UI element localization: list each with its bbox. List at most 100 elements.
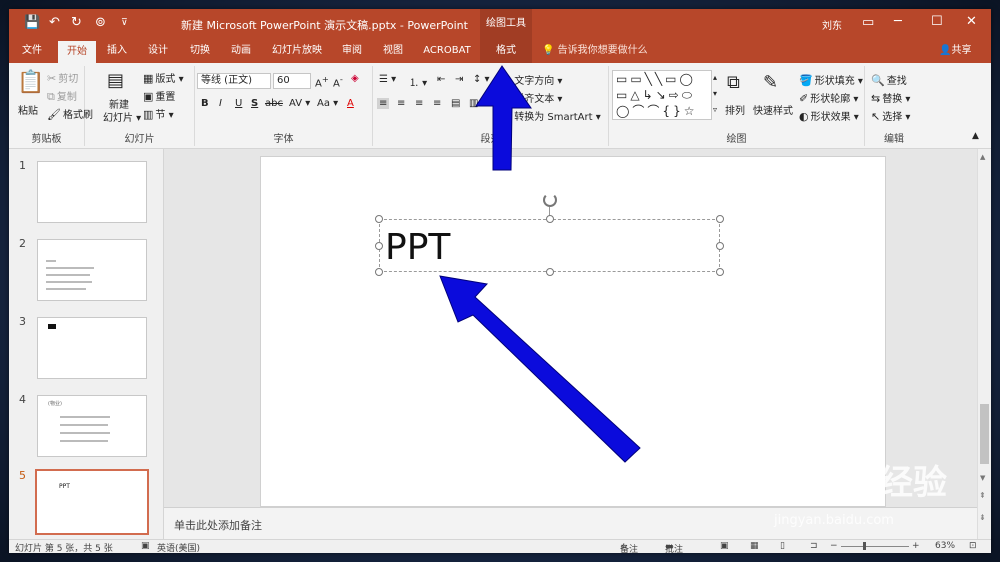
vertical-scrollbar[interactable]: ▲ ▼ ⇞ ⇟ [977, 149, 991, 539]
share-button[interactable]: 👤共享 [939, 39, 971, 63]
fit-to-window-icon[interactable]: ⊡ [969, 541, 977, 551]
resize-handle[interactable] [375, 268, 383, 276]
customize-icon[interactable]: ⊽ [121, 16, 128, 30]
tab-animations[interactable]: 动画 [225, 39, 257, 63]
tab-insert[interactable]: 插入 [101, 39, 133, 63]
replace-button[interactable]: ⇆ 替换 ▾ [871, 90, 910, 105]
new-slide-dropdown[interactable]: 幻灯片 ▾ [103, 109, 141, 124]
tab-home[interactable]: 开始 [58, 41, 96, 63]
tab-review[interactable]: 审阅 [336, 39, 368, 63]
resize-handle[interactable] [546, 268, 554, 276]
scroll-down-icon[interactable]: ▼ [980, 474, 985, 482]
italic-button[interactable]: I [219, 98, 222, 109]
scroll-thumb[interactable] [980, 404, 989, 464]
font-color-button[interactable]: A [347, 98, 354, 109]
increase-indent-icon[interactable]: ⇥ [455, 74, 463, 85]
zoom-in-icon[interactable]: + [912, 541, 920, 551]
slide-thumbnail-5[interactable]: PPT [35, 469, 149, 535]
shape-fill-button[interactable]: 🪣 形状填充 ▾ [799, 72, 863, 87]
tab-transitions[interactable]: 切换 [184, 39, 216, 63]
align-text-button[interactable]: ⊟ 对齐文本 ▾ [503, 90, 562, 105]
redo-icon[interactable]: ↻ [71, 16, 82, 30]
shrink-font-icon[interactable]: A- [333, 74, 343, 89]
new-slide-icon[interactable]: ▤ [107, 70, 124, 91]
zoom-slider[interactable] [841, 546, 909, 547]
reading-view-icon[interactable]: ▯ [780, 541, 785, 551]
slide-thumbnail-3[interactable] [37, 317, 147, 379]
arrange-icon[interactable]: ⧉ [727, 72, 740, 93]
close-button[interactable]: ✕ [966, 14, 977, 29]
quick-styles-button[interactable]: 快速样式 [753, 102, 793, 117]
normal-view-icon[interactable]: ▣ [720, 541, 729, 551]
quick-styles-icon[interactable]: ✎ [763, 72, 778, 93]
save-icon[interactable]: 💾 [24, 16, 40, 30]
paste-icon[interactable]: 📋 [17, 70, 44, 95]
slide-thumbnail-2[interactable] [37, 239, 147, 301]
numbering-icon[interactable]: ⒈ ▾ [409, 74, 427, 89]
shape-outline-button[interactable]: ✐ 形状轮廓 ▾ [799, 90, 858, 105]
slide-thumbnail-1[interactable] [37, 161, 147, 223]
resize-handle[interactable] [546, 215, 554, 223]
ribbon-display-icon[interactable]: ▭ [862, 15, 874, 30]
shapes-scroll[interactable]: ▴ ▾ ▿ [713, 70, 717, 118]
title-textbox[interactable]: PPT [375, 215, 724, 276]
scroll-up-icon[interactable]: ▲ [980, 153, 985, 161]
arrange-button[interactable]: 排列 [725, 102, 745, 117]
bullets-icon[interactable]: ☰ ▾ [379, 74, 396, 85]
distribute-icon[interactable]: ▤ [451, 98, 460, 109]
next-slide-icon[interactable]: ⇟ [979, 513, 986, 522]
bold-button[interactable]: B [201, 98, 209, 109]
tab-slideshow[interactable]: 幻灯片放映 [267, 39, 327, 63]
tab-file[interactable]: 文件 [14, 39, 50, 63]
strikethrough-button[interactable]: S [251, 98, 258, 109]
collapse-ribbon-icon[interactable]: ▲ [972, 131, 979, 141]
section-button[interactable]: ▥ 节 ▾ [143, 106, 174, 121]
shapes-gallery[interactable]: ▭▭╲╲▭◯ ▭△↳↘⇨⬭ ◯⌒⌒{}☆ [612, 70, 712, 120]
underline-button[interactable]: U [235, 98, 242, 109]
slide-text[interactable]: PPT [385, 228, 450, 268]
shape-effects-button[interactable]: ◐ 形状效果 ▾ [799, 108, 859, 123]
clear-format-icon[interactable]: ◈ [351, 73, 359, 84]
char-spacing-button[interactable]: AV ▾ [289, 98, 310, 109]
find-button[interactable]: 🔍 查找 [871, 72, 907, 87]
slideshow-view-icon[interactable]: ⊐ [810, 541, 818, 551]
tell-me-box[interactable]: 💡 告诉我你想要做什么 [542, 39, 648, 63]
align-left-icon[interactable]: ≡ [377, 98, 390, 109]
resize-handle[interactable] [375, 215, 383, 223]
prev-slide-icon[interactable]: ⇞ [979, 491, 986, 500]
cut-button[interactable]: ✂ 剪切 [47, 70, 78, 85]
copy-button[interactable]: ⧉ 复制 [47, 88, 77, 104]
tab-design[interactable]: 设计 [142, 39, 174, 63]
zoom-out-icon[interactable]: − [830, 541, 838, 551]
resize-handle[interactable] [716, 242, 724, 250]
text-direction-button[interactable]: ⇅ 文字方向 ▾ [503, 72, 562, 87]
tab-acrobat[interactable]: ACROBAT [419, 39, 475, 63]
slide-sorter-icon[interactable]: ▦ [750, 541, 759, 551]
notes-placeholder[interactable]: 单击此处添加备注 [174, 517, 262, 533]
zoom-level[interactable]: 63% [935, 541, 955, 551]
line-spacing-icon[interactable]: ↕ ▾ [473, 74, 490, 85]
align-center-icon[interactable]: ≡ [397, 98, 405, 109]
resize-handle[interactable] [375, 242, 383, 250]
present-icon[interactable]: ⊚ [95, 16, 106, 30]
font-size-select[interactable]: 60 [273, 73, 311, 89]
user-name[interactable]: 刘东 [822, 17, 842, 32]
spell-check-icon[interactable]: ▣ [141, 541, 150, 551]
select-button[interactable]: ↖ 选择 ▾ [871, 108, 910, 123]
rotate-handle-icon[interactable] [543, 193, 557, 207]
justify-icon[interactable]: ≡ [433, 98, 441, 109]
paste-button[interactable]: 粘贴 [18, 102, 38, 117]
change-case-button[interactable]: Aa ▾ [317, 98, 338, 109]
columns-icon[interactable]: ▥ ▾ [469, 98, 487, 109]
align-right-icon[interactable]: ≡ [415, 98, 423, 109]
layout-button[interactable]: ▦ 版式 ▾ [143, 70, 184, 85]
tab-format[interactable]: 格式 [480, 39, 532, 63]
tab-view[interactable]: 视图 [377, 39, 409, 63]
language-indicator[interactable]: 英语(美国) [157, 541, 200, 553]
resize-handle[interactable] [716, 215, 724, 223]
decrease-indent-icon[interactable]: ⇤ [437, 74, 445, 85]
grow-font-icon[interactable]: A+ [315, 74, 329, 89]
maximize-button[interactable]: ☐ [931, 14, 943, 29]
resize-handle[interactable] [716, 268, 724, 276]
font-name-select[interactable]: 等线 (正文) [197, 73, 271, 89]
